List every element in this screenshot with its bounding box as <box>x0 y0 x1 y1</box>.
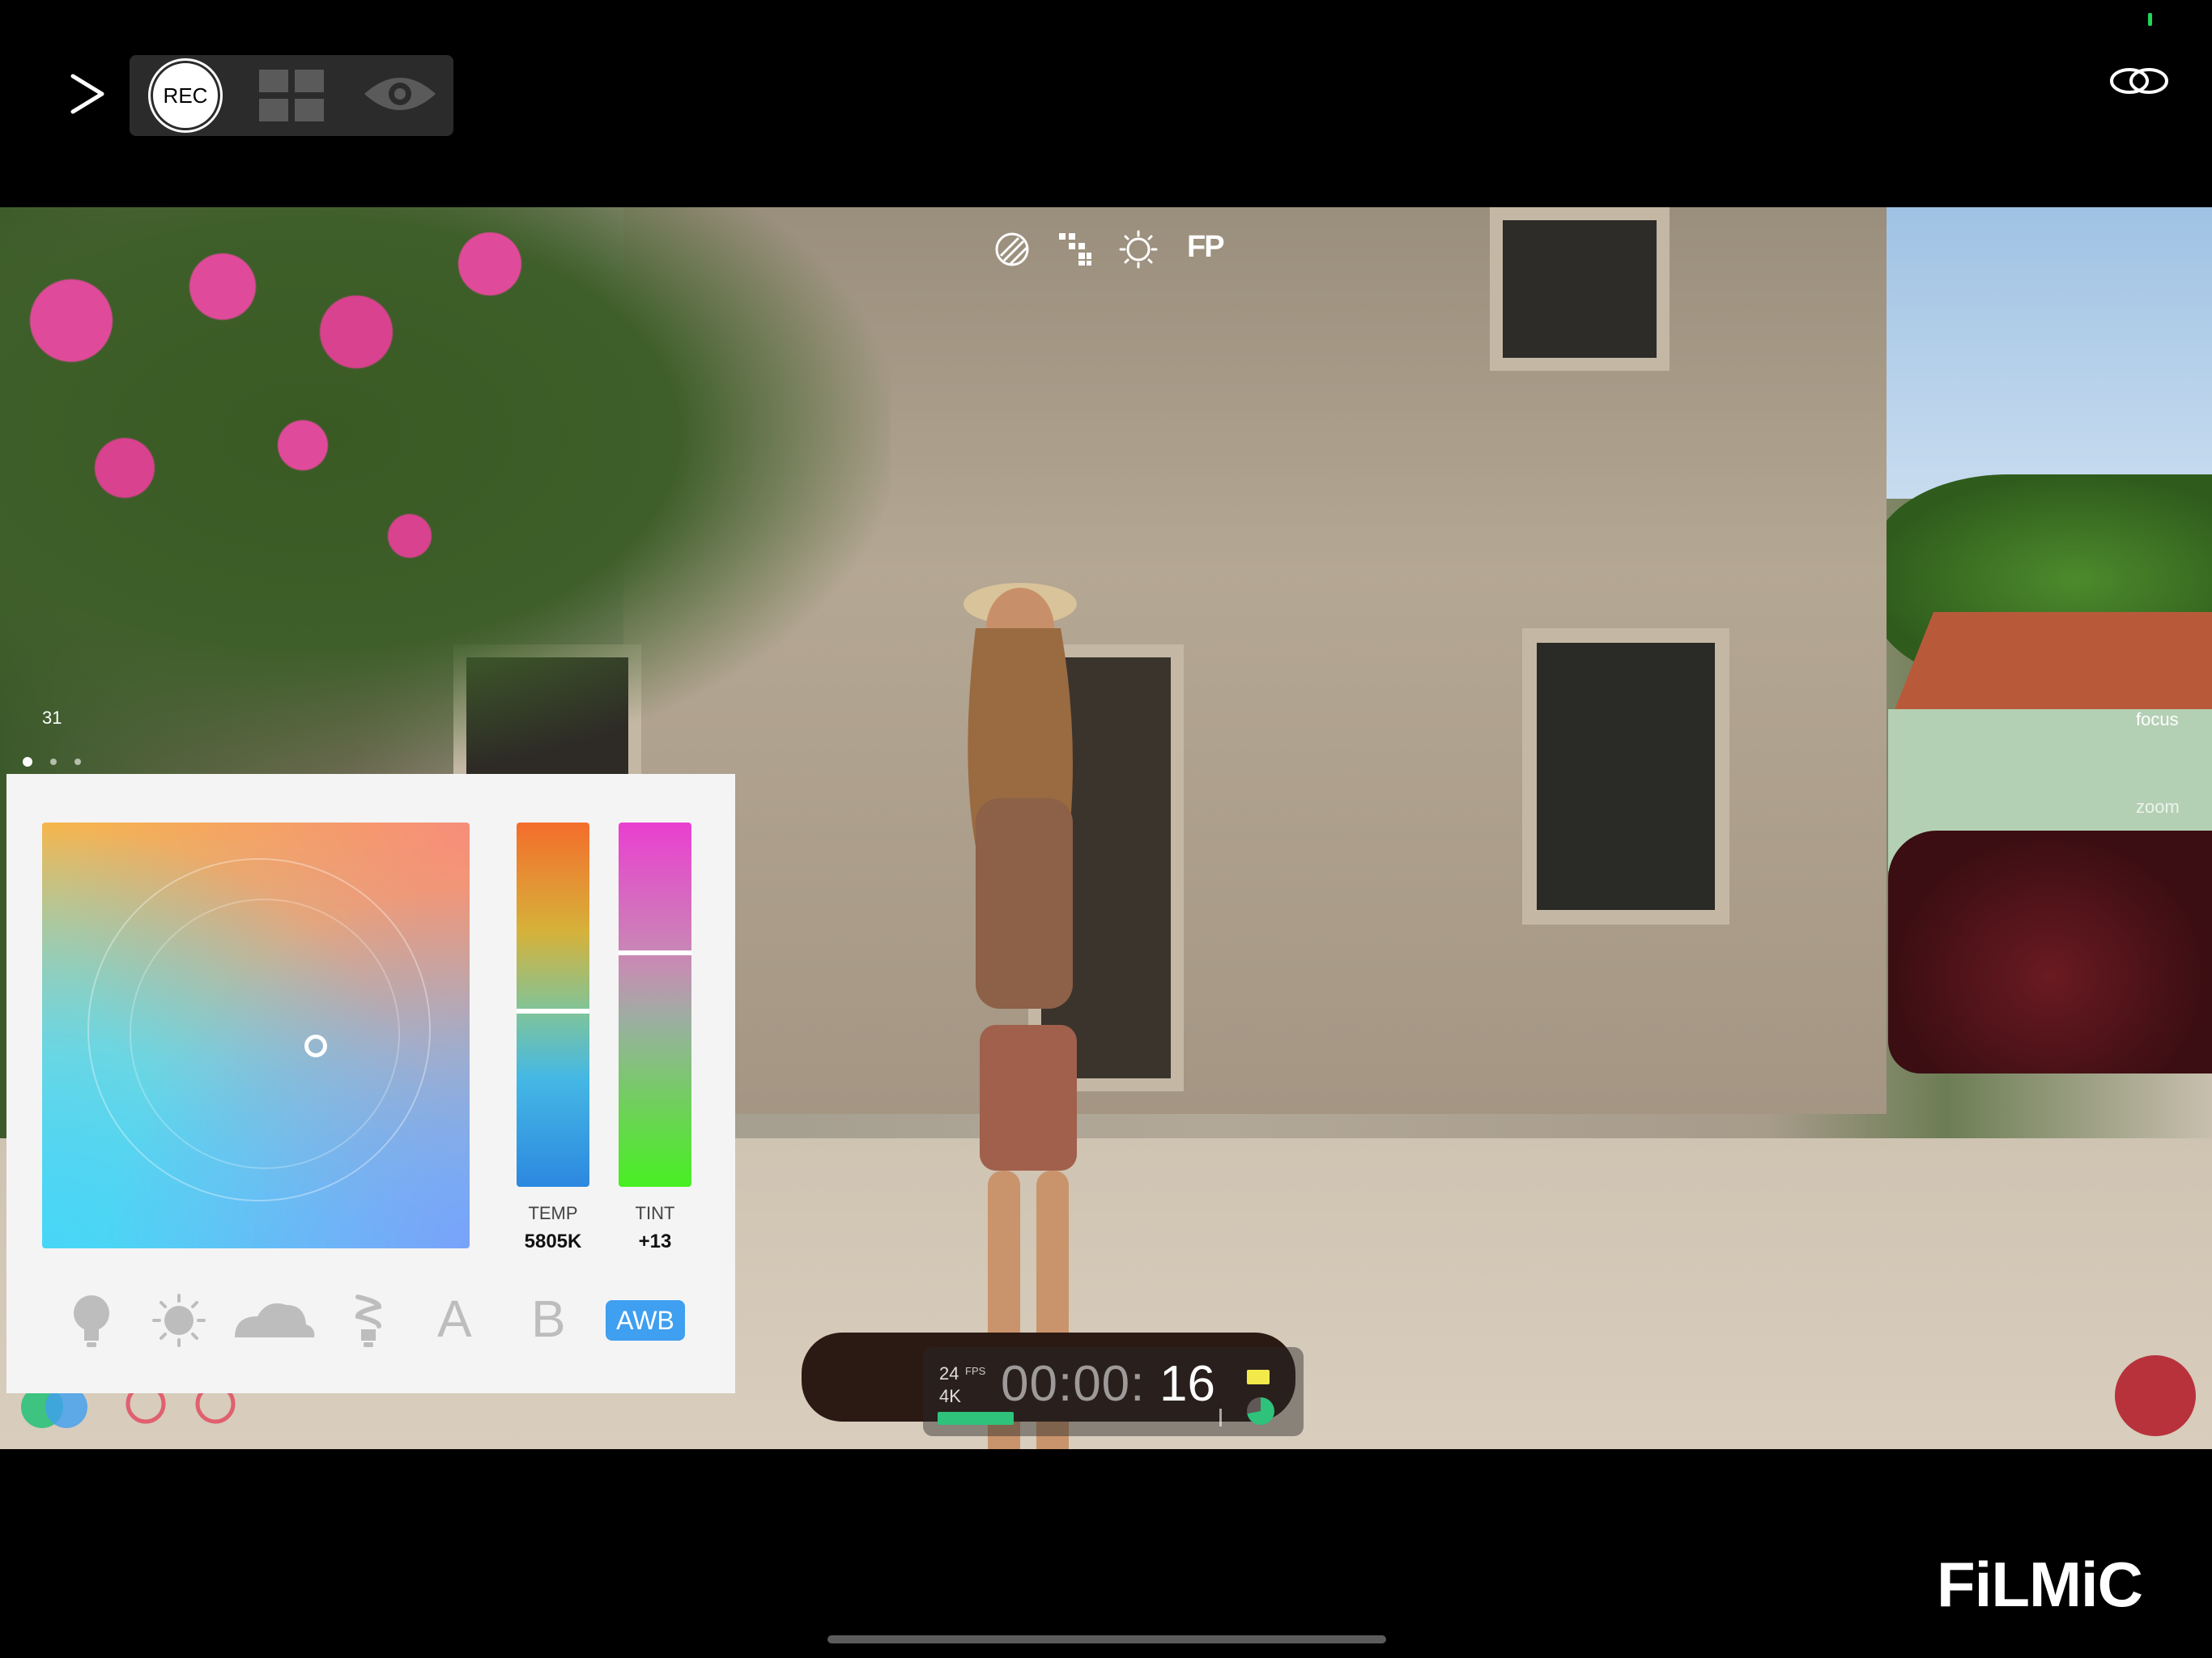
scene-flowers <box>0 207 891 774</box>
filmic-logo: FiLMiC <box>1937 1549 2143 1620</box>
record-button[interactable] <box>2115 1355 2196 1436</box>
auto-white-balance-button[interactable]: AWB <box>606 1300 685 1341</box>
eye-icon[interactable] <box>361 70 439 118</box>
battery-indicator <box>1247 1370 1270 1384</box>
awb-label: AWB <box>616 1305 674 1335</box>
resolution-value: 4K <box>939 1386 961 1406</box>
temperature-slider[interactable] <box>517 823 589 1187</box>
home-indicator[interactable] <box>827 1635 1386 1643</box>
scene-window <box>1522 628 1729 925</box>
incandescent-bulb-icon[interactable] <box>63 1292 120 1349</box>
fp-mode-label[interactable]: FP <box>1187 230 1225 265</box>
tint-slider-thumb[interactable] <box>619 950 691 955</box>
custom-preset-b[interactable]: B <box>531 1289 566 1349</box>
exposure-sun-icon[interactable] <box>1119 230 1158 269</box>
scene-window <box>1490 207 1670 371</box>
tint-label: TINT <box>635 1203 675 1223</box>
timecode: 00:00: <box>1001 1356 1146 1412</box>
signal-indicator <box>2148 13 2152 26</box>
storage-indicator <box>1247 1397 1274 1425</box>
focus-counter: 31 <box>42 708 62 728</box>
scene-car <box>1888 831 2212 1073</box>
fluorescent-bulb-icon[interactable] <box>340 1292 397 1349</box>
page-dot <box>74 759 81 765</box>
picker-guide-ring <box>130 899 400 1169</box>
battery-level-bar <box>938 1412 1014 1425</box>
page-dot-active <box>23 757 32 767</box>
page-dot <box>50 759 57 765</box>
custom-preset-a[interactable]: A <box>437 1289 472 1349</box>
rec-mode-label: REC <box>163 83 208 108</box>
cloudy-icon[interactable] <box>230 1292 317 1349</box>
temperature-label: TEMP <box>528 1203 578 1223</box>
chevron-right-icon[interactable] <box>65 70 113 118</box>
fps-value: 24 <box>939 1363 959 1384</box>
daylight-sun-icon[interactable] <box>151 1292 207 1349</box>
focus-slider-label[interactable]: focus <box>2136 709 2179 730</box>
scene-person <box>963 583 1077 1449</box>
grid-icon[interactable] <box>259 70 324 121</box>
tint-value: +13 <box>638 1231 672 1252</box>
page-indicator[interactable] <box>23 755 96 771</box>
link-rings-icon[interactable] <box>2108 65 2170 97</box>
pixel-grid-icon[interactable] <box>1057 232 1093 267</box>
aperture-icon[interactable] <box>994 232 1030 267</box>
scene-sky <box>1840 207 2212 499</box>
fps-unit: FPS <box>965 1365 986 1377</box>
temperature-value: 5805K <box>524 1231 582 1252</box>
zoom-slider-label[interactable]: zoom <box>2136 797 2180 818</box>
white-balance-handle[interactable] <box>304 1035 327 1057</box>
temperature-slider-thumb[interactable] <box>517 1009 589 1014</box>
timecode-seconds: 16 <box>1159 1356 1215 1412</box>
rec-mode-button[interactable]: REC <box>151 61 220 130</box>
tint-slider[interactable] <box>619 823 691 1187</box>
audio-level-tick <box>1219 1409 1222 1426</box>
